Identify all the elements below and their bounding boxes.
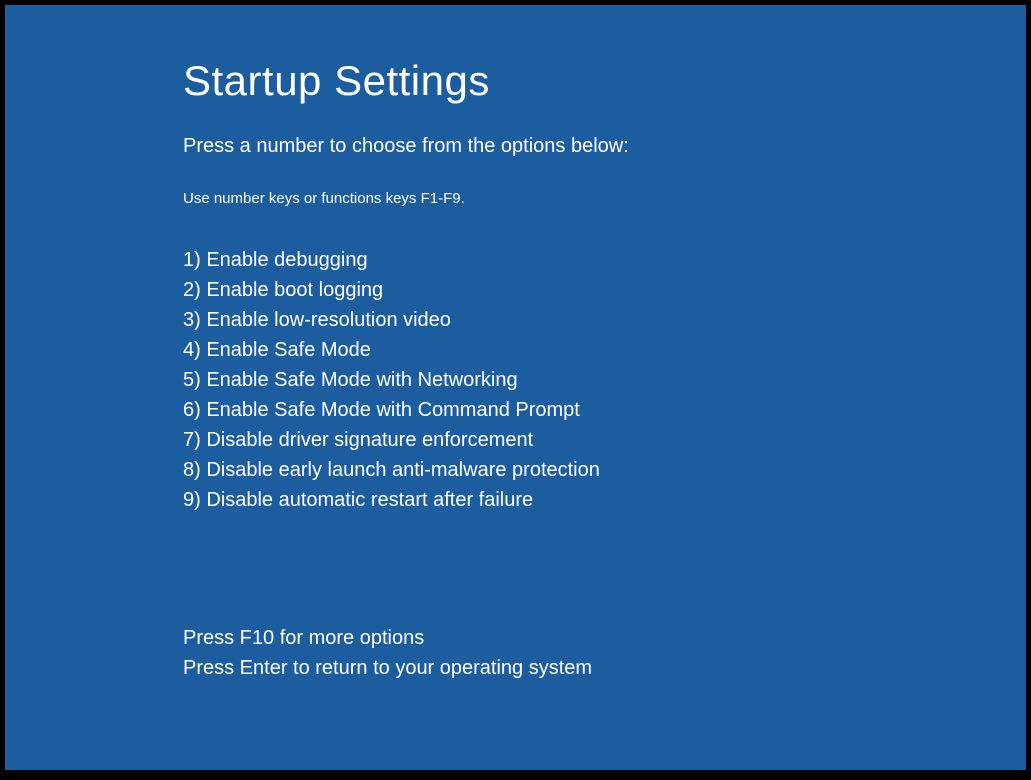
footer: Press F10 for more options Press Enter t… xyxy=(183,627,1026,680)
option-item[interactable]: 9) Disable automatic restart after failu… xyxy=(183,489,1026,512)
option-item[interactable]: 5) Enable Safe Mode with Networking xyxy=(183,369,1026,392)
option-item[interactable]: 3) Enable low-resolution video xyxy=(183,309,1026,332)
option-item[interactable]: 8) Disable early launch anti-malware pro… xyxy=(183,459,1026,482)
instruction-text: Press a number to choose from the option… xyxy=(183,135,1026,158)
option-item[interactable]: 4) Enable Safe Mode xyxy=(183,339,1026,362)
options-list: 1) Enable debugging 2) Enable boot loggi… xyxy=(183,249,1026,512)
option-item[interactable]: 7) Disable driver signature enforcement xyxy=(183,429,1026,452)
option-item[interactable]: 2) Enable boot logging xyxy=(183,279,1026,302)
return-text: Press Enter to return to your operating … xyxy=(183,657,1026,680)
startup-settings-screen: Startup Settings Press a number to choos… xyxy=(5,5,1026,770)
hint-text: Use number keys or functions keys F1-F9. xyxy=(183,190,1026,207)
more-options-text: Press F10 for more options xyxy=(183,627,1026,650)
page-title: Startup Settings xyxy=(183,57,1026,105)
option-item[interactable]: 6) Enable Safe Mode with Command Prompt xyxy=(183,399,1026,422)
option-item[interactable]: 1) Enable debugging xyxy=(183,249,1026,272)
